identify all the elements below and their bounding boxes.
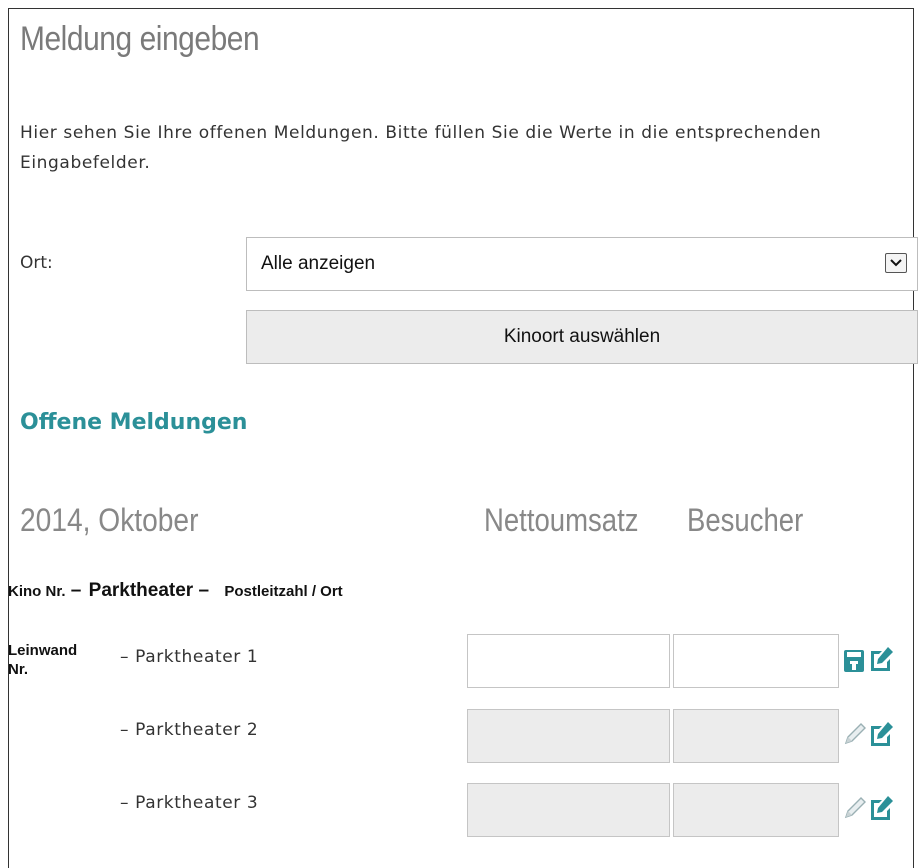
separator: – [193, 580, 215, 601]
column-header-nettoumsatz: Nettoumsatz [484, 502, 639, 538]
netto-input-1[interactable] [467, 634, 670, 688]
chevron-down-icon[interactable] [885, 253, 907, 273]
screen-name-2: – Parktheater 2 [120, 720, 259, 740]
page-title: Meldung eingeben [20, 20, 260, 58]
screen-name-3: – Parktheater 3 [120, 793, 259, 813]
ort-select[interactable]: Alle anzeigen [246, 237, 918, 291]
edit-icon[interactable] [868, 794, 894, 826]
save-icon[interactable] [843, 649, 865, 677]
kino-nr-label: Kino Nr. [8, 583, 66, 600]
separator: – [65, 580, 87, 601]
besucher-input-3[interactable] [673, 783, 839, 837]
ort-label: Ort: [20, 253, 53, 273]
kino-info: Kino Nr. – Parktheater – Postleitzahl / … [8, 580, 343, 602]
pencil-icon[interactable] [843, 796, 867, 824]
kino-name: Parktheater [88, 580, 194, 601]
ort-select-value: Alle anzeigen [261, 253, 376, 274]
leinwand-nr-label: Leinwand Nr. [8, 641, 108, 679]
leinwand-label-line1: Leinwand [8, 642, 78, 659]
besucher-input-1[interactable] [673, 634, 839, 688]
edit-icon[interactable] [868, 720, 894, 752]
besucher-input-2[interactable] [673, 709, 839, 763]
section-title: Offene Meldungen [20, 410, 248, 435]
netto-input-2[interactable] [467, 709, 670, 763]
month-heading: 2014, Oktober [20, 502, 199, 538]
edit-icon[interactable] [868, 645, 894, 677]
netto-input-3[interactable] [467, 783, 670, 837]
kinoort-auswaehlen-button[interactable]: Kinoort auswählen [246, 310, 918, 364]
leinwand-label-line2: Nr. [8, 661, 29, 678]
intro-text: Hier sehen Sie Ihre offenen Meldungen. B… [20, 123, 822, 173]
screen-name-1: – Parktheater 1 [120, 647, 259, 667]
pencil-icon[interactable] [843, 722, 867, 750]
plz-ort-label: Postleitzahl / Ort [224, 583, 343, 600]
column-header-besucher: Besucher [687, 502, 804, 538]
